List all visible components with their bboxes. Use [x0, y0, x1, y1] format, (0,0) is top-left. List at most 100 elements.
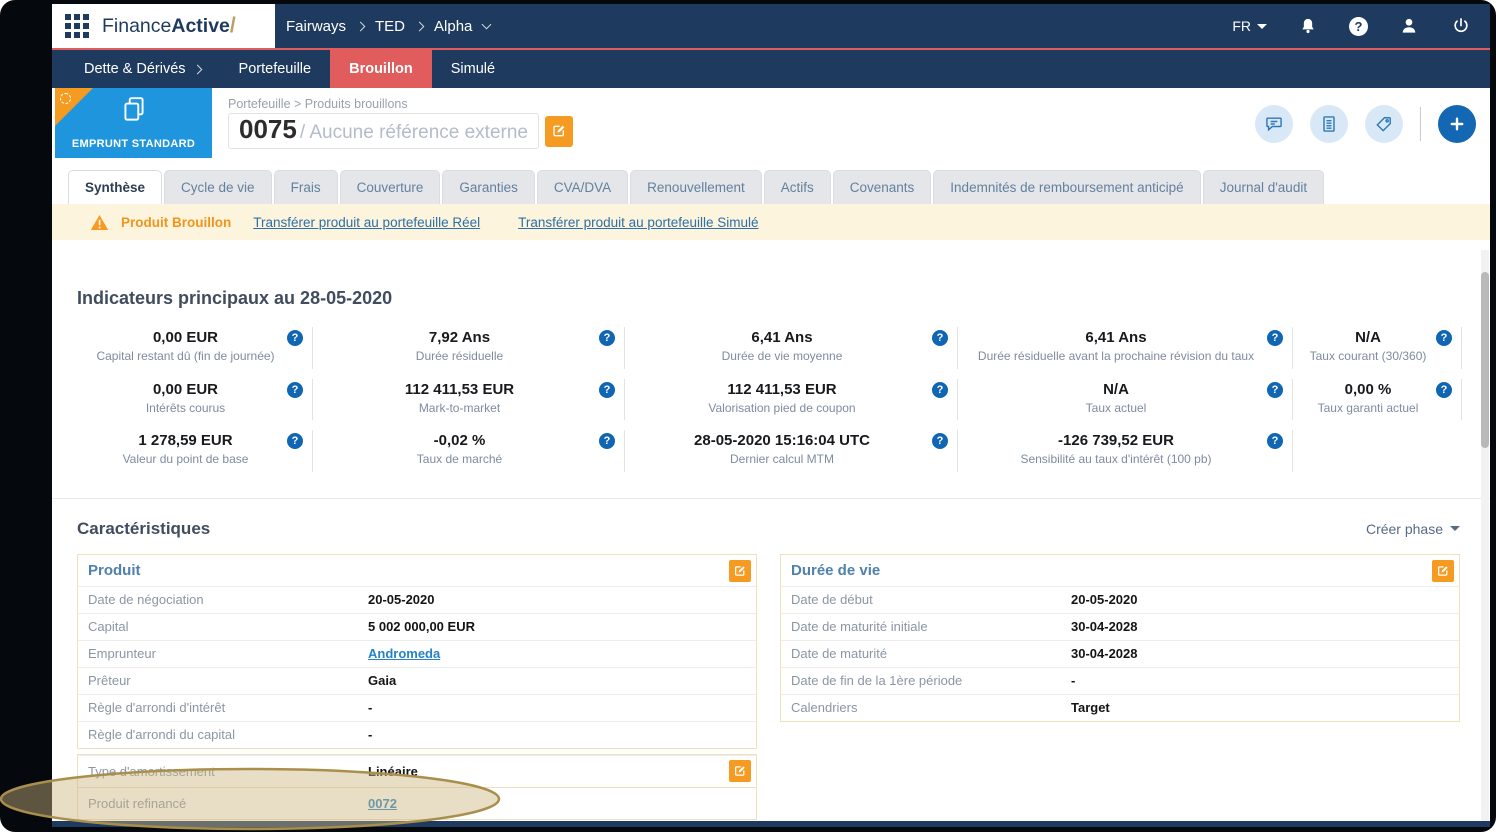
power-icon[interactable] — [1450, 15, 1472, 37]
product-header: EMPRUNT STANDARD Portefeuille > Produits… — [52, 88, 1490, 160]
topbar-actions: FR ? — [1232, 4, 1490, 48]
tab-journal-audit[interactable]: Journal d'audit — [1202, 170, 1325, 204]
help-icon[interactable]: ? — [932, 381, 948, 398]
tab-couverture[interactable]: Couverture — [339, 170, 441, 204]
apps-grid-icon[interactable] — [65, 14, 89, 38]
tab-renouvellement[interactable]: Renouvellement — [630, 170, 762, 204]
breadcrumb-item-fairways[interactable]: Fairways — [286, 18, 346, 35]
product-panel-title: Produit — [88, 561, 141, 579]
logo-text: FinanceActive/ — [102, 14, 236, 37]
indicator-cell: 112 411,53 EUR Valorisation pied de coupo… — [625, 378, 958, 421]
vertical-scrollbar[interactable] — [1481, 250, 1489, 821]
nav-item-simule[interactable]: Simulé — [432, 50, 514, 88]
help-icon[interactable]: ? — [1349, 16, 1368, 36]
edit-product-button[interactable] — [729, 559, 751, 582]
product-reference: / Aucune référence externe — [299, 122, 528, 143]
user-icon[interactable] — [1398, 15, 1420, 37]
indicator-cell-empty — [1293, 430, 1462, 472]
table-row: Date de maturité initiale 30-04-2028 — [781, 612, 1459, 640]
scrollbar-thumb[interactable] — [1481, 272, 1489, 448]
lifetime-panel-title: Durée de vie — [791, 561, 881, 579]
lifetime-panel: Durée de vie Date de début 20-05-2020 Dat… — [780, 553, 1460, 722]
breadcrumb-item-alpha[interactable]: Alpha — [434, 18, 472, 35]
amortization-panel: Type d'amortissement Linéaire Produit ref… — [77, 753, 757, 820]
chevron-right-icon — [355, 21, 366, 31]
comments-button[interactable] — [1255, 105, 1293, 143]
nav-item-portefeuille[interactable]: Portefeuille — [220, 50, 331, 88]
tab-garanties[interactable]: Garanties — [442, 170, 535, 204]
table-row: Calendriers Target — [781, 693, 1459, 721]
product-type-badge: EMPRUNT STANDARD — [55, 88, 212, 158]
help-icon[interactable]: ? — [599, 381, 615, 398]
language-selector[interactable]: FR — [1232, 18, 1267, 34]
indicators-grid: 0,00 EUR Capital restant dû (fin de journ… — [77, 327, 1490, 472]
help-icon[interactable]: ? — [932, 330, 948, 346]
section-divider — [52, 497, 1490, 499]
edit-reference-button[interactable] — [545, 115, 573, 147]
documents-icon — [55, 95, 212, 125]
module-nav: Dette & Dérivés Portefeuille Brouillon S… — [52, 50, 1490, 88]
refinanced-product-link[interactable]: 0072 — [368, 796, 397, 811]
transfer-simulated-link[interactable]: Transférer produit au portefeuille Simul… — [518, 215, 758, 230]
borrower-link[interactable]: Andromeda — [368, 646, 440, 661]
table-row: Prêteur Gaia — [78, 666, 756, 694]
tab-synthese[interactable]: Synthèse — [68, 170, 163, 204]
transfer-real-link[interactable]: Transférer produit au portefeuille Réel — [253, 215, 480, 230]
table-row-refinanced: Produit refinancé 0072 — [78, 786, 756, 819]
tab-cva-dva[interactable]: CVA/DVA — [536, 170, 629, 204]
nav-item-brouillon[interactable]: Brouillon — [330, 50, 432, 88]
tab-actifs[interactable]: Actifs — [763, 170, 831, 204]
table-row: Date de maturité 30-04-2028 — [781, 639, 1459, 667]
chevron-right-icon — [414, 21, 425, 31]
warning-triangle-icon — [90, 214, 109, 230]
indicator-cell: N/A Taux courant (30/360)? — [1293, 327, 1462, 369]
divider — [1420, 107, 1421, 141]
nav-item-dette-derives[interactable]: Dette & Dérivés — [65, 50, 220, 88]
tag-button[interactable] — [1365, 105, 1403, 143]
indicator-cell: 28-05-2020 15:16:04 UTC Dernier calcul MT… — [625, 430, 958, 472]
badge-label: EMPRUNT STANDARD — [71, 138, 196, 150]
help-icon[interactable]: ? — [1436, 330, 1452, 346]
indicators-title: Indicateurs principaux au 28-05-2020 — [77, 288, 393, 308]
footer-bar — [52, 821, 1490, 827]
add-button[interactable] — [1438, 105, 1476, 143]
help-icon[interactable]: ? — [932, 433, 948, 450]
help-icon[interactable]: ? — [599, 330, 615, 346]
logo[interactable]: FinanceActive/ — [52, 4, 275, 48]
chevron-right-icon — [192, 64, 202, 74]
characteristics-title: Caractéristiques — [77, 518, 211, 538]
table-row: Date de début 20-05-2020 — [781, 585, 1459, 613]
indicator-cell: 0,00 % Taux garanti actuel? — [1293, 378, 1462, 421]
help-icon[interactable]: ? — [1267, 433, 1283, 450]
tab-frais[interactable]: Frais — [273, 170, 338, 204]
edit-lifetime-button[interactable] — [1432, 559, 1454, 582]
create-phase-button[interactable]: Créer phase — [1366, 521, 1460, 537]
document-button[interactable] — [1310, 105, 1348, 143]
breadcrumb-item-ted[interactable]: TED — [375, 18, 405, 35]
tab-cycle-de-vie[interactable]: Cycle de vie — [164, 170, 272, 204]
draft-warning-banner: Produit Brouillon Transférer produit au … — [52, 204, 1490, 240]
help-icon[interactable]: ? — [1267, 381, 1283, 398]
app-window: FinanceActive/ Fairways TED Alpha FR ? D… — [52, 4, 1490, 827]
tab-covenants[interactable]: Covenants — [832, 170, 932, 204]
help-icon[interactable]: ? — [287, 433, 303, 450]
help-icon[interactable]: ? — [287, 330, 303, 346]
table-row: Capital 5 002 000,00 EUR — [78, 612, 756, 640]
tab-indemnites[interactable]: Indemnités de remboursement anticipé — [933, 170, 1201, 204]
help-icon[interactable]: ? — [1267, 330, 1283, 346]
notifications-bell-icon[interactable] — [1297, 15, 1319, 37]
table-row: Date de fin de la 1ère période - — [781, 666, 1459, 694]
product-title: 0075 / Aucune référence externe — [228, 113, 539, 149]
indicator-cell: 6,41 Ans Durée de vie moyenne? — [625, 327, 958, 369]
chevron-down-icon[interactable] — [481, 19, 492, 29]
edit-amortization-button[interactable] — [729, 759, 751, 782]
top-navbar: FinanceActive/ Fairways TED Alpha FR ? — [52, 4, 1490, 50]
help-icon[interactable]: ? — [1436, 381, 1452, 398]
main-content: Indicateurs principaux au 28-05-2020 0,0… — [52, 288, 1490, 827]
help-icon[interactable]: ? — [287, 381, 303, 398]
indicator-cell: -0,02 % Taux de marché? — [313, 430, 625, 472]
table-row: Règle d'arrondi du capital - — [78, 720, 756, 748]
help-icon[interactable]: ? — [599, 433, 615, 450]
indicator-cell: -126 739,52 EUR Sensibilité au taux d'int… — [958, 430, 1293, 472]
product-id: 0075 — [239, 114, 297, 144]
